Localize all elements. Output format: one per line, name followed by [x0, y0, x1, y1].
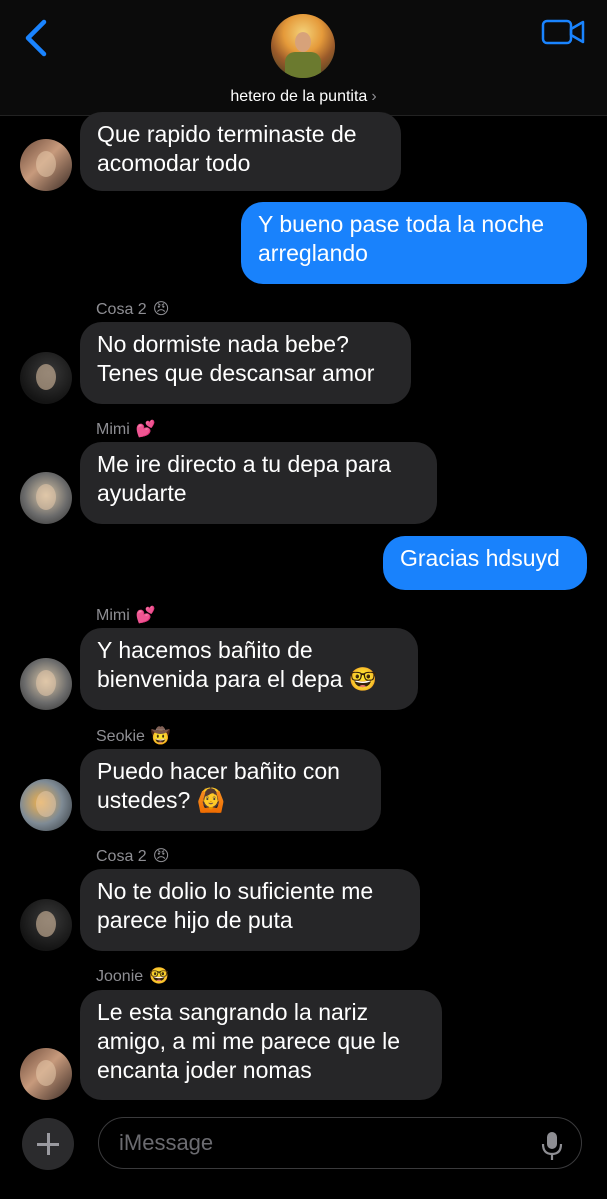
message-text-line: ayudarte [97, 480, 187, 506]
incoming-message-bubble[interactable]: No te dolio lo suficiente me parece hijo… [80, 869, 420, 951]
contact-chevron-icon: › [371, 88, 377, 105]
incoming-message-bubble[interactable]: Y hacemos bañito de bienvenida para el d… [80, 628, 418, 710]
incoming-message-bubble[interactable]: Le esta sangrando la nariz amigo, a mi m… [80, 990, 442, 1100]
sender-avatar[interactable] [20, 899, 72, 951]
input-placeholder: iMessage [119, 1130, 214, 1155]
contact-avatar[interactable] [271, 14, 335, 78]
sender-emoji: 💕 [135, 607, 156, 624]
sender-emoji: 😠 [152, 848, 170, 865]
sender-avatar[interactable] [20, 139, 72, 191]
avatar-face-shape [36, 1060, 56, 1086]
avatar-face-shape [36, 670, 56, 696]
sender-name: Mimi 💕 [96, 605, 156, 625]
sender-name-text: Seokie [96, 728, 145, 745]
sender-avatar[interactable] [20, 779, 72, 831]
message-text-line: encanta joder nomas [97, 1057, 312, 1083]
sender-avatar[interactable] [20, 1048, 72, 1100]
message-text-line: Puedo hacer bañito con [97, 758, 340, 784]
sender-name-text: Mimi [96, 607, 130, 624]
sender-emoji: 💕 [135, 421, 156, 438]
contact-name-row[interactable]: hetero de la puntita › [0, 88, 607, 106]
message-text-line: parece hijo de puta [97, 907, 293, 933]
avatar-shirt-shape [285, 52, 321, 78]
message-text-line: amigo, a mi me parece que le [97, 1028, 400, 1054]
avatar-face-shape [36, 911, 56, 937]
sender-emoji: 🤓 [149, 968, 170, 985]
avatar-face-shape [36, 364, 56, 390]
imessage-input[interactable]: iMessage [98, 1117, 582, 1169]
incoming-message-bubble[interactable]: Que rapido terminaste de acomodar todo [80, 112, 401, 191]
avatar-face-shape [36, 151, 56, 177]
sender-emoji: 🤠 [150, 728, 171, 745]
sender-name-text: Cosa 2 [96, 848, 147, 865]
message-text-line: arreglando [258, 240, 368, 266]
incoming-message-bubble[interactable]: Puedo hacer bañito con ustedes? 🙆 [80, 749, 381, 831]
message-text-line: Le esta sangrando la nariz [97, 999, 369, 1025]
sender-avatar[interactable] [20, 472, 72, 524]
sender-name-text: Cosa 2 [96, 301, 147, 318]
sender-name: Cosa 2 😠 [96, 846, 169, 866]
sender-name: Seokie 🤠 [96, 726, 171, 746]
message-text-line: No dormiste nada bebe? [97, 331, 349, 357]
sender-name: Cosa 2 😠 [96, 299, 169, 319]
avatar-face-shape [36, 791, 56, 817]
message-text-line: Que rapido terminaste de [97, 121, 357, 147]
microphone-icon[interactable] [540, 1130, 564, 1162]
outgoing-message-bubble[interactable]: Y bueno pase toda la noche arreglando [241, 202, 587, 284]
sender-emoji: 😠 [152, 301, 170, 318]
message-text-line: ustedes? 🙆 [97, 787, 226, 813]
video-camera-icon[interactable] [540, 16, 586, 48]
incoming-message-bubble[interactable]: Me ire directo a tu depa para ayudarte [80, 442, 437, 524]
outgoing-message-bubble[interactable]: Gracias hdsuyd [383, 536, 587, 590]
incoming-message-bubble[interactable]: No dormiste nada bebe? Tenes que descans… [80, 322, 411, 404]
back-chevron-icon[interactable] [18, 16, 58, 60]
message-text-line: Y hacemos bañito de [97, 637, 313, 663]
message-text-line: Tenes que descansar amor [97, 360, 375, 386]
sender-name: Mimi 💕 [96, 419, 156, 439]
message-text-line: Gracias hdsuyd [400, 545, 560, 571]
conversation-header: hetero de la puntita › [0, 0, 607, 116]
message-text-line: No te dolio lo suficiente me [97, 878, 374, 904]
sender-name-text: Joonie [96, 968, 144, 985]
message-text-line: Me ire directo a tu depa para [97, 451, 392, 477]
message-composer: iMessage [0, 1100, 607, 1199]
avatar-face-shape [36, 484, 56, 510]
sender-name: Joonie 🤓 [96, 966, 169, 986]
message-text-line: bienvenida para el depa 🤓 [97, 666, 378, 692]
sender-avatar[interactable] [20, 352, 72, 404]
message-text-line: acomodar todo [97, 150, 251, 176]
sender-name-text: Mimi [96, 421, 130, 438]
avatar-face-shape [295, 32, 311, 52]
sender-avatar[interactable] [20, 658, 72, 710]
contact-name: hetero de la puntita [230, 88, 368, 105]
plus-icon[interactable] [22, 1118, 74, 1170]
message-text-line: Y bueno pase toda la noche [258, 211, 545, 237]
